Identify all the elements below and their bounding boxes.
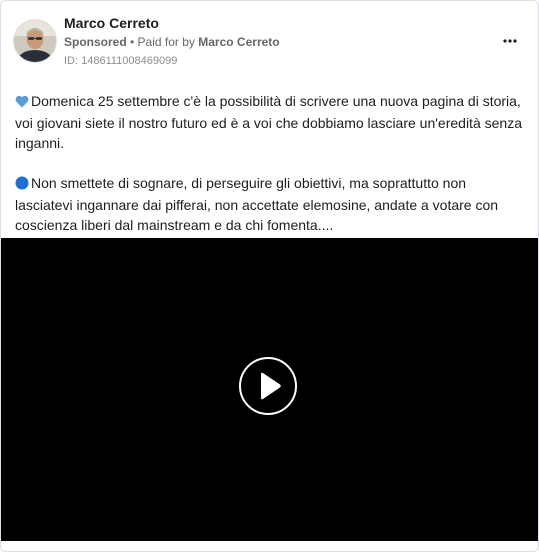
page-name[interactable]: Marco Cerreto [64, 15, 159, 31]
paragraph-1-text: Domenica 25 settembre c'è la possibilità… [15, 93, 522, 151]
avatar[interactable] [13, 19, 57, 63]
paragraph-2-text: Non smettete di sognare, di perseguire g… [15, 175, 499, 233]
blue-circle-icon [15, 175, 29, 195]
play-icon[interactable] [239, 357, 297, 415]
post-text: Domenica 25 settembre c'è la possibilità… [15, 91, 525, 235]
paid-for-name[interactable]: Marco Cerreto [198, 35, 279, 49]
post-header: Marco Cerreto Sponsored • Paid for by Ma… [1, 1, 538, 81]
blue-heart-icon [15, 93, 29, 113]
paragraph-2: Non smettete di sognare, di perseguire g… [15, 173, 525, 235]
avatar-portrait [14, 20, 56, 62]
sponsored-label: Sponsored [64, 35, 127, 49]
more-options-icon [503, 39, 517, 43]
paragraph-1: Domenica 25 settembre c'è la possibilità… [15, 91, 525, 153]
separator: • [126, 35, 138, 49]
paid-for-prefix: Paid for by [137, 35, 199, 49]
sponsored-line: Sponsored • Paid for by Marco Cerreto [64, 35, 280, 49]
ad-id: ID: 1486111008469099 [64, 55, 178, 67]
more-options-button[interactable] [500, 31, 520, 51]
ad-card: Marco Cerreto Sponsored • Paid for by Ma… [0, 0, 539, 552]
